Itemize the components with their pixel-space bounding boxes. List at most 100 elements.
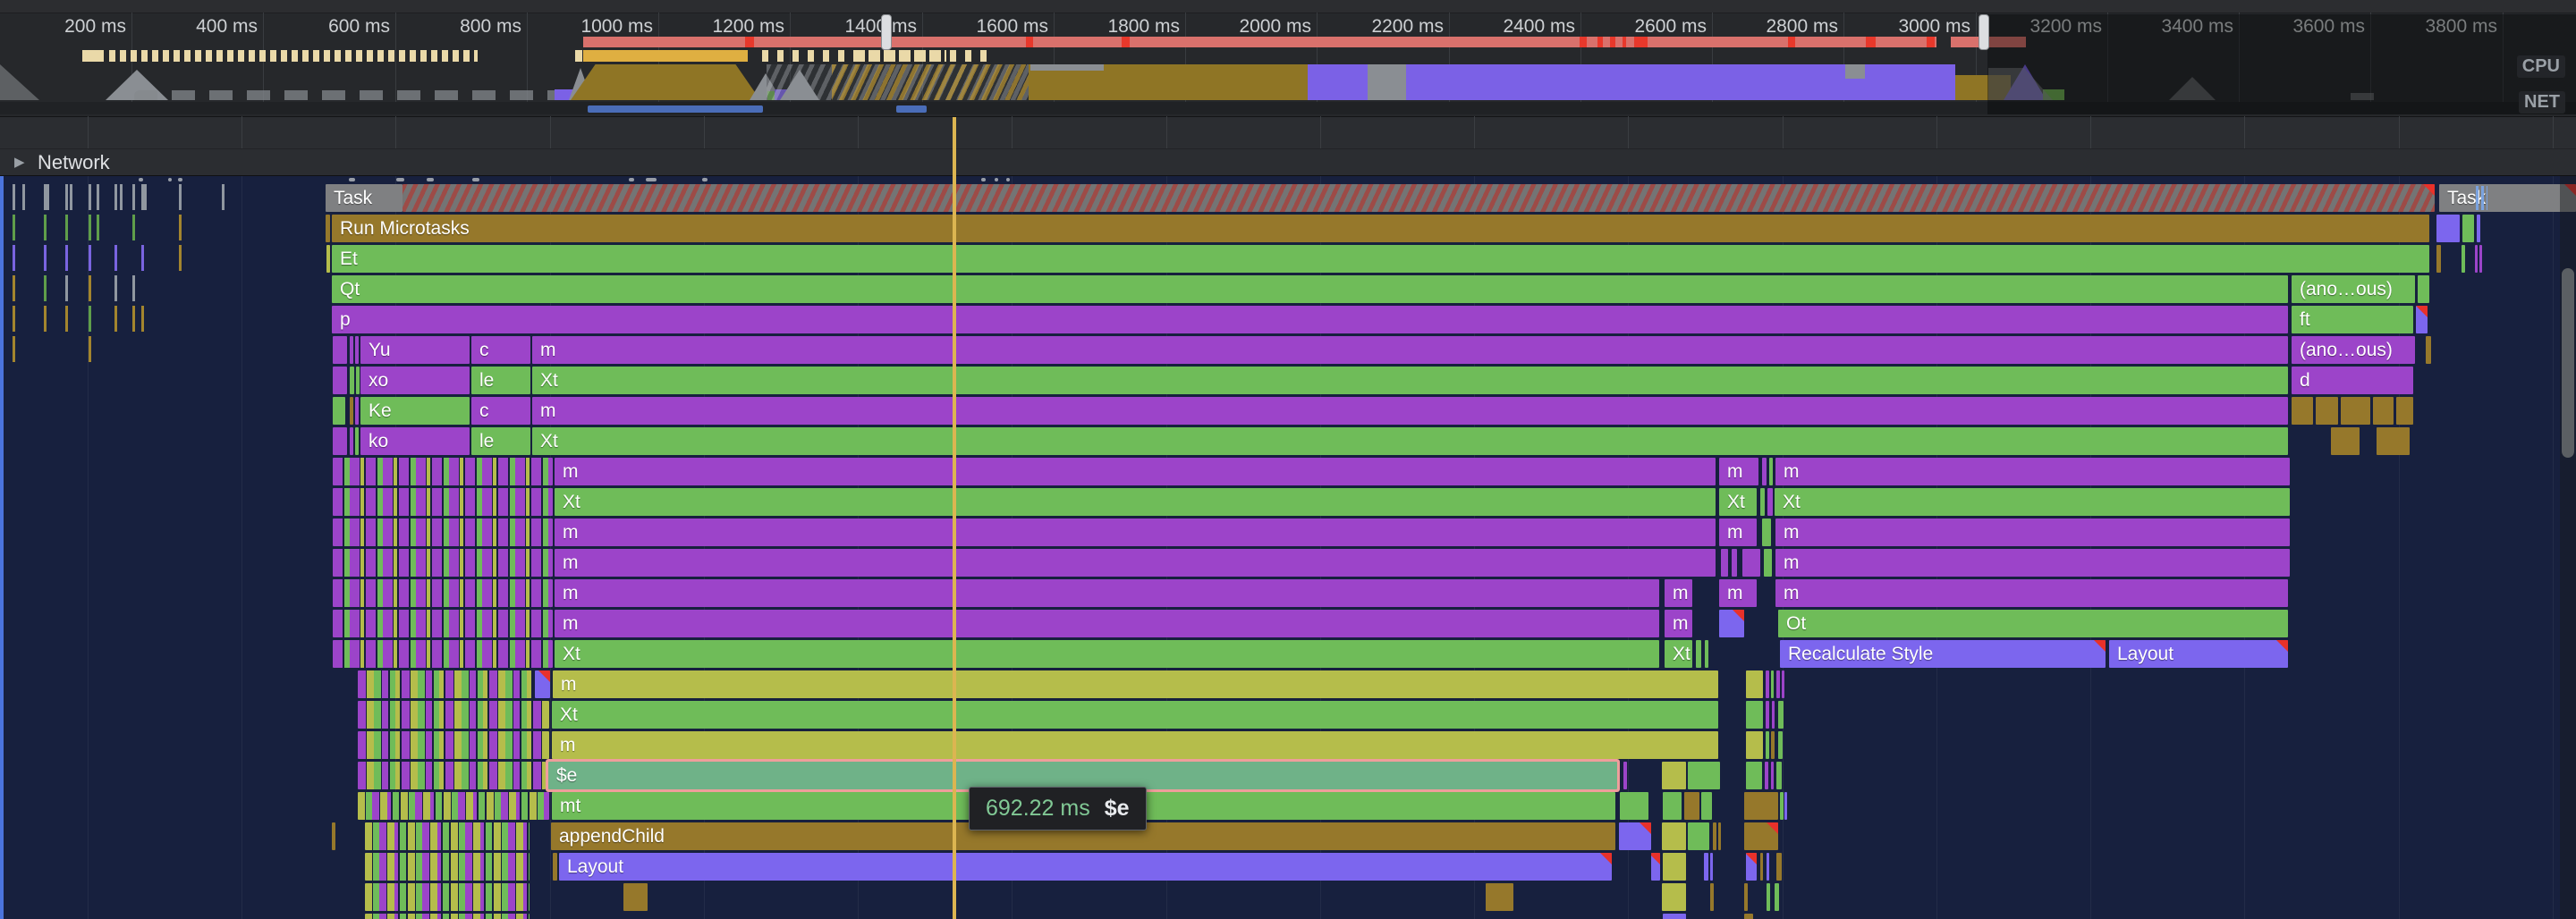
flame-bar[interactable] bbox=[365, 822, 530, 850]
flame-bar[interactable] bbox=[358, 670, 533, 698]
flame-bar[interactable] bbox=[356, 367, 360, 394]
flame-bar[interactable] bbox=[2436, 245, 2441, 273]
flame-bar-m[interactable]: m bbox=[532, 397, 2288, 425]
scrollbar-thumb[interactable] bbox=[2562, 268, 2574, 458]
flame-bar-m[interactable]: m bbox=[1775, 519, 2290, 546]
flame-bar[interactable] bbox=[1705, 640, 1708, 668]
flame-bar-m[interactable]: m bbox=[555, 458, 1716, 485]
flame-bar[interactable] bbox=[333, 458, 553, 485]
flame-bar[interactable] bbox=[1688, 822, 1709, 850]
flame-bar[interactable] bbox=[1746, 670, 1763, 698]
flame-bar[interactable] bbox=[1767, 853, 1769, 881]
flame-bar[interactable] bbox=[2462, 245, 2465, 273]
flame-bar[interactable] bbox=[1486, 883, 1513, 911]
flame-bar[interactable] bbox=[2341, 397, 2370, 425]
flame-bar-xt[interactable]: Xt bbox=[1775, 488, 2290, 516]
flame-bar[interactable] bbox=[333, 367, 347, 394]
flame-bar[interactable] bbox=[1771, 762, 1774, 789]
flame-bar[interactable] bbox=[1663, 853, 1686, 881]
flame-bar[interactable] bbox=[2396, 397, 2413, 425]
flame-bar[interactable] bbox=[1710, 853, 1713, 881]
flame-bar-layout[interactable]: Layout bbox=[2109, 640, 2288, 668]
flame-bar[interactable] bbox=[1663, 792, 1682, 820]
flame-bar-layout[interactable]: Layout bbox=[559, 853, 1612, 881]
flame-bar[interactable] bbox=[358, 701, 549, 729]
flame-bar[interactable] bbox=[332, 822, 335, 850]
flame-bar[interactable] bbox=[1766, 701, 1769, 729]
flame-bar[interactable] bbox=[365, 883, 530, 911]
flame-bar[interactable] bbox=[1623, 762, 1627, 789]
flame-bar-ot[interactable]: Ot bbox=[1778, 610, 2288, 637]
flame-bar[interactable] bbox=[1742, 549, 1760, 577]
flame-bar[interactable] bbox=[2316, 397, 2338, 425]
flame-bar-xt[interactable]: Xt bbox=[552, 701, 1718, 729]
flame-bar[interactable] bbox=[2477, 215, 2480, 242]
flame-bar[interactable] bbox=[2479, 245, 2482, 273]
flame-bar-m[interactable]: m bbox=[1719, 458, 1758, 485]
flame-bar[interactable] bbox=[1701, 792, 1712, 820]
network-track-header[interactable]: ▶ Network bbox=[0, 148, 2576, 176]
flame-bar[interactable] bbox=[623, 883, 648, 911]
flame-bar[interactable] bbox=[326, 245, 330, 273]
flame-bar-m[interactable]: m bbox=[1775, 579, 2288, 607]
flame-bar[interactable] bbox=[1762, 519, 1771, 546]
flame-bar[interactable] bbox=[1760, 853, 1763, 881]
flame-bar[interactable] bbox=[355, 427, 359, 455]
flame-bar[interactable] bbox=[355, 397, 359, 425]
flame-bar-m[interactable]: m bbox=[1719, 579, 1757, 607]
flame-bar[interactable] bbox=[553, 853, 557, 881]
flame-bar[interactable] bbox=[1719, 610, 1744, 637]
flame-bar[interactable] bbox=[402, 184, 2435, 212]
flame-bar[interactable] bbox=[333, 610, 553, 637]
network-request-bar[interactable] bbox=[0, 176, 4, 919]
flame-bar[interactable] bbox=[2462, 215, 2474, 242]
flame-bar-xt[interactable]: Xt bbox=[532, 427, 2288, 455]
flame-bar[interactable] bbox=[1619, 822, 1651, 850]
flame-bar[interactable] bbox=[1778, 731, 1783, 759]
flame-bar[interactable] bbox=[1776, 853, 1782, 881]
flame-bar-le[interactable]: le bbox=[471, 427, 530, 455]
flame-bar-ko[interactable]: ko bbox=[360, 427, 470, 455]
flame-bar[interactable] bbox=[1778, 701, 1784, 729]
flame-bar[interactable] bbox=[1772, 701, 1775, 729]
flame-bar[interactable] bbox=[350, 367, 354, 394]
flame-bar[interactable] bbox=[1704, 853, 1708, 881]
flame-bar[interactable] bbox=[326, 215, 330, 242]
flame-bar[interactable] bbox=[2418, 275, 2429, 303]
flame-bar[interactable] bbox=[1744, 792, 1778, 820]
flame-bar[interactable] bbox=[1771, 731, 1775, 759]
flame-bar-m[interactable]: m bbox=[1665, 610, 1692, 637]
flame-bar[interactable] bbox=[350, 397, 353, 425]
flame-bar-m[interactable]: m bbox=[555, 610, 1659, 637]
flame-bar[interactable] bbox=[1696, 640, 1701, 668]
flame-bar-m[interactable]: m bbox=[532, 336, 2288, 364]
flame-bar[interactable] bbox=[365, 914, 530, 919]
flame-bar[interactable] bbox=[2377, 427, 2410, 455]
flame-bar[interactable] bbox=[333, 427, 347, 455]
flame-bar-anoous[interactable]: (ano…ous) bbox=[2292, 336, 2415, 364]
flame-bar[interactable] bbox=[1744, 822, 1778, 850]
flame-bar[interactable] bbox=[1662, 883, 1686, 911]
flame-bar-task[interactable]: Task bbox=[2439, 184, 2576, 212]
flame-bar-task[interactable]: Task bbox=[326, 184, 402, 212]
flame-bar-m[interactable]: m bbox=[553, 670, 1718, 698]
flame-bar-xt[interactable]: Xt bbox=[1665, 640, 1692, 668]
flame-bar[interactable] bbox=[1765, 762, 1768, 789]
timeline-overview[interactable]: 200 ms400 ms600 ms800 ms1000 ms1200 ms14… bbox=[0, 0, 2576, 116]
flame-bar[interactable] bbox=[1784, 792, 1787, 820]
flame-bar[interactable] bbox=[1721, 549, 1728, 577]
flame-bar-c[interactable]: c bbox=[471, 397, 530, 425]
flame-bar[interactable] bbox=[2331, 427, 2360, 455]
flame-bar-yu[interactable]: Yu bbox=[360, 336, 470, 364]
flame-bar-ke[interactable]: Ke bbox=[360, 397, 470, 425]
flame-bar[interactable] bbox=[1782, 670, 1784, 698]
flame-bar[interactable] bbox=[333, 640, 553, 668]
flame-bar-m[interactable]: m bbox=[555, 579, 1659, 607]
flame-bar[interactable] bbox=[333, 519, 553, 546]
flame-bar-m[interactable]: m bbox=[555, 519, 1716, 546]
flame-bar[interactable] bbox=[1744, 883, 1748, 911]
flame-bar[interactable] bbox=[1713, 822, 1716, 850]
flame-bar[interactable] bbox=[1780, 792, 1784, 820]
flame-bar-xt[interactable]: Xt bbox=[555, 640, 1659, 668]
flame-bar[interactable] bbox=[1762, 458, 1767, 485]
